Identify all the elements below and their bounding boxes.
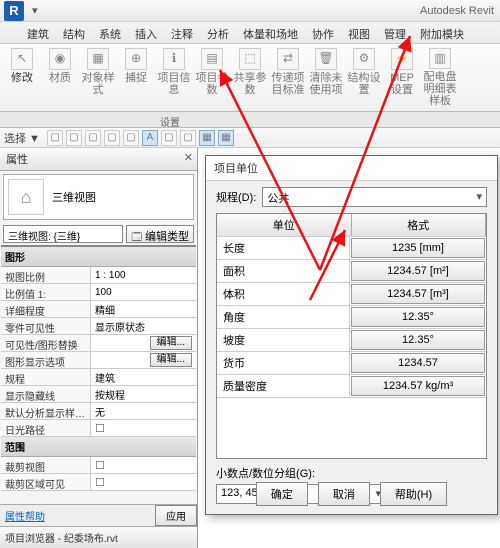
- snaps-button[interactable]: ⊕捕捉: [118, 46, 154, 109]
- tab-annotate[interactable]: 注释: [164, 22, 200, 43]
- tab-architecture[interactable]: 建筑: [20, 22, 56, 43]
- materials-button[interactable]: ◉材质: [42, 46, 78, 109]
- app-icon[interactable]: R: [4, 1, 24, 21]
- grouping-label: 小数点/数位分组(G):: [216, 465, 487, 481]
- tab-massing[interactable]: 体量和场地: [236, 22, 305, 43]
- unit-row[interactable]: 长度1235 [mm]: [217, 237, 486, 260]
- units-table: 单位 格式 长度1235 [mm]面积1234.57 [m²]体积1234.57…: [216, 213, 487, 459]
- project-info-button[interactable]: ℹ项目信息: [156, 46, 192, 109]
- properties-header: 属性 ✕: [0, 148, 197, 171]
- sel-icon-1[interactable]: ▢: [47, 130, 63, 146]
- modify-button[interactable]: ↖修改: [4, 46, 40, 109]
- tab-systems[interactable]: 系统: [92, 22, 128, 43]
- ribbon-tabs: 建筑 结构 系统 插入 注释 分析 体量和场地 协作 视图 管理 附加模块: [0, 22, 500, 44]
- unit-row[interactable]: 货币1234.57: [217, 352, 486, 375]
- tab-view[interactable]: 视图: [341, 22, 377, 43]
- prop-row[interactable]: 可见性/图形替换编辑...: [1, 335, 196, 352]
- tab-addins[interactable]: 附加模块: [413, 22, 471, 43]
- project-browser-header[interactable]: 项目浏览器 - 纪委场布.rvt: [0, 526, 197, 548]
- discipline-dropdown[interactable]: 公共: [262, 187, 487, 207]
- title-bar: R ▾ Autodesk Revit: [0, 0, 500, 22]
- cancel-button[interactable]: 取消: [318, 482, 370, 506]
- ok-button[interactable]: 确定: [256, 482, 308, 506]
- section-graphics: 图形: [1, 247, 196, 267]
- sel-icon-10[interactable]: ▦: [218, 130, 234, 146]
- house-icon: ⌂: [8, 179, 44, 215]
- properties-panel: 属性 ✕ ⌂ 三维视图 三维视图: {三维} 🗔 编辑类型 图形 视图比例1 :…: [0, 148, 198, 548]
- view-type-name: 三维视图: [52, 189, 96, 205]
- dialog-title: 项目单位: [206, 156, 497, 181]
- structural-settings-button[interactable]: ⚙结构设置: [346, 46, 382, 109]
- col-format: 格式: [352, 214, 487, 236]
- project-units-dialog: 项目单位 规程(D): 公共 单位 格式 长度1235 [mm]面积1234.5…: [205, 155, 498, 515]
- sel-icon-5[interactable]: ▢: [123, 130, 139, 146]
- unit-row[interactable]: 坡度12.35°: [217, 329, 486, 352]
- ribbon-panel: ↖修改 ◉材质 ▦对象样式 ⊕捕捉 ℹ项目信息 ▤项目参数 ⬚共享参数 ⇄传递项…: [0, 44, 500, 112]
- unit-row[interactable]: 角度12.35°: [217, 306, 486, 329]
- sel-icon-6[interactable]: A: [142, 130, 158, 146]
- prop-row[interactable]: 详细程度精细: [1, 301, 196, 318]
- unit-row[interactable]: 面积1234.57 [m²]: [217, 260, 486, 283]
- prop-row[interactable]: 比例值 1:100: [1, 284, 196, 301]
- tab-collaborate[interactable]: 协作: [305, 22, 341, 43]
- sel-icon-7[interactable]: ▢: [161, 130, 177, 146]
- tab-analyze[interactable]: 分析: [200, 22, 236, 43]
- unit-row[interactable]: 体积1234.57 [m³]: [217, 283, 486, 306]
- panel-schedule-button[interactable]: ▥配电盘明细表样板: [422, 46, 458, 109]
- prop-row[interactable]: 规程建筑: [1, 369, 196, 386]
- sel-icon-3[interactable]: ▢: [85, 130, 101, 146]
- tab-structure[interactable]: 结构: [56, 22, 92, 43]
- selection-bar: 选择 ▼ ▢ ▢ ▢ ▢ ▢ A ▢ ▢ ▦ ▦: [0, 128, 500, 148]
- sel-icon-8[interactable]: ▢: [180, 130, 196, 146]
- sel-icon-2[interactable]: ▢: [66, 130, 82, 146]
- col-unit: 单位: [217, 214, 352, 236]
- prop-row[interactable]: 图形显示选项编辑...: [1, 352, 196, 369]
- ribbon-panel-label: 设置: [0, 112, 500, 128]
- object-styles-button[interactable]: ▦对象样式: [80, 46, 116, 109]
- discipline-label: 规程(D):: [216, 189, 256, 205]
- type-selector[interactable]: ⌂ 三维视图: [3, 174, 194, 220]
- prop-row[interactable]: 默认分析显示样…无: [1, 403, 196, 420]
- quick-access-toolbar: ▾: [32, 4, 420, 17]
- select-label[interactable]: 选择 ▼: [4, 130, 40, 146]
- mep-settings-button[interactable]: ⚡MEP设置: [384, 46, 420, 109]
- project-params-button[interactable]: ▤项目参数: [194, 46, 230, 109]
- app-title: Autodesk Revit: [420, 5, 494, 17]
- apply-button[interactable]: 应用: [155, 505, 197, 526]
- sel-icon-4[interactable]: ▢: [104, 130, 120, 146]
- section-extent: 范围: [1, 437, 196, 457]
- close-icon[interactable]: ✕: [184, 151, 193, 164]
- tab-insert[interactable]: 插入: [128, 22, 164, 43]
- view-instance-dropdown[interactable]: 三维视图: {三维}: [3, 225, 123, 243]
- prop-row[interactable]: 视图比例1 : 100: [1, 267, 196, 284]
- tab-manage[interactable]: 管理: [377, 22, 413, 43]
- prop-row[interactable]: 零件可见性显示原状态: [1, 318, 196, 335]
- unit-row[interactable]: 质量密度1234.57 kg/m³: [217, 375, 486, 398]
- help-button[interactable]: 帮助(H): [380, 482, 447, 506]
- prop-row[interactable]: 裁剪视图: [1, 457, 196, 474]
- properties-grid: 图形 视图比例1 : 100比例值 1:100详细程度精细零件可见性显示原状态可…: [1, 245, 196, 504]
- edit-type-button[interactable]: 🗔 编辑类型: [126, 225, 194, 243]
- properties-help-link[interactable]: 属性帮助: [0, 505, 155, 526]
- prop-row[interactable]: 裁剪区域可见: [1, 474, 196, 491]
- shared-params-button[interactable]: ⬚共享参数: [232, 46, 268, 109]
- sel-icon-9[interactable]: ▦: [199, 130, 215, 146]
- prop-row[interactable]: 显示隐藏线按规程: [1, 386, 196, 403]
- chevron-down-icon[interactable]: ▾: [32, 4, 38, 17]
- transfer-standards-button[interactable]: ⇄传递项目标准: [270, 46, 306, 109]
- purge-button[interactable]: 🗑清除未使用项: [308, 46, 344, 109]
- prop-row[interactable]: 日光路径: [1, 420, 196, 437]
